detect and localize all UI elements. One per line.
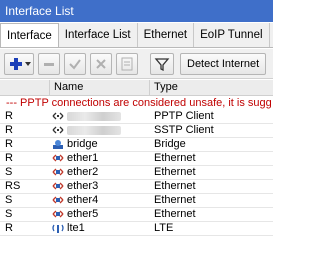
type-column-header[interactable]: Type bbox=[150, 80, 273, 95]
row-type: SSTP Client bbox=[154, 124, 214, 136]
row-type: Ethernet bbox=[154, 180, 196, 192]
row-name: bridge bbox=[67, 138, 98, 150]
minus-icon bbox=[44, 63, 54, 66]
flag-column-header[interactable] bbox=[0, 80, 50, 95]
row-name: ether1 bbox=[67, 152, 99, 164]
note-icon bbox=[121, 57, 133, 71]
toolbar: Detect Internet bbox=[0, 49, 273, 79]
disable-button[interactable] bbox=[90, 53, 112, 75]
table-row[interactable]: S ether5 Ethernet bbox=[0, 208, 273, 222]
ethernet-icon bbox=[52, 154, 64, 162]
check-icon bbox=[69, 59, 81, 70]
table-row[interactable]: R PPTP Client bbox=[0, 110, 273, 124]
bridge-icon bbox=[53, 140, 63, 149]
row-flag: S bbox=[5, 166, 13, 178]
row-type: PPTP Client bbox=[154, 110, 214, 122]
add-button[interactable] bbox=[4, 53, 34, 75]
comment-button[interactable] bbox=[116, 53, 138, 75]
sstp-icon bbox=[52, 126, 64, 134]
window-title: Interface List bbox=[5, 4, 74, 18]
row-name: ether5 bbox=[67, 208, 99, 220]
row-name: lte1 bbox=[67, 222, 85, 234]
row-type: Ethernet bbox=[154, 166, 196, 178]
tab-interface[interactable]: Interface bbox=[0, 23, 59, 47]
table-row[interactable]: S ether4 Ethernet bbox=[0, 194, 273, 208]
table-header: Name Type bbox=[0, 80, 273, 96]
ethernet-icon bbox=[52, 196, 64, 204]
row-name: ether4 bbox=[67, 194, 99, 206]
window-titlebar: Interface List bbox=[0, 0, 273, 22]
tab-more[interactable]: I bbox=[270, 23, 273, 47]
row-flag: R bbox=[5, 138, 13, 150]
lte-icon bbox=[52, 224, 64, 233]
redacted-block bbox=[67, 111, 121, 121]
row-flag: R bbox=[5, 110, 13, 122]
row-flag: S bbox=[5, 208, 13, 220]
tab-eoip-tunnel[interactable]: EoIP Tunnel bbox=[194, 23, 270, 47]
row-type: Bridge bbox=[154, 138, 186, 150]
redacted-block bbox=[67, 125, 121, 135]
remove-button[interactable] bbox=[38, 53, 60, 75]
pptp-icon bbox=[52, 112, 64, 120]
plus-icon bbox=[10, 58, 31, 70]
table-row[interactable]: R SSTP Client bbox=[0, 124, 273, 138]
row-type: Ethernet bbox=[154, 208, 196, 220]
enable-button[interactable] bbox=[64, 53, 86, 75]
row-flag: RS bbox=[5, 180, 21, 192]
table-row[interactable]: S ether2 Ethernet bbox=[0, 166, 273, 180]
tab-bar: Interface Interface List Ethernet EoIP Tunn… bbox=[0, 23, 273, 48]
ethernet-icon bbox=[52, 210, 64, 218]
pptp-warning-comment: --- PPTP connections are considered unsa… bbox=[6, 97, 272, 109]
tab-interface-list[interactable]: Interface List bbox=[59, 23, 138, 47]
table-row[interactable]: R lte1 LTE bbox=[0, 222, 273, 236]
row-flag: S bbox=[5, 194, 13, 206]
row-type: Ethernet bbox=[154, 194, 196, 206]
row-flag: R bbox=[5, 124, 13, 136]
row-flag: R bbox=[5, 222, 13, 234]
row-type: Ethernet bbox=[154, 152, 196, 164]
table-row[interactable]: R ether1 Ethernet bbox=[0, 152, 273, 166]
cross-icon bbox=[96, 59, 106, 69]
row-name: ether2 bbox=[67, 166, 99, 178]
filter-button[interactable] bbox=[150, 53, 174, 75]
detect-internet-button[interactable]: Detect Internet bbox=[180, 53, 267, 75]
row-flag: R bbox=[5, 152, 13, 164]
table-row[interactable]: RS ether3 Ethernet bbox=[0, 180, 273, 194]
filter-icon bbox=[154, 58, 170, 71]
name-column-header[interactable]: Name bbox=[50, 80, 150, 95]
row-name-redacted bbox=[67, 124, 121, 137]
row-name: ether3 bbox=[67, 180, 99, 192]
tab-ethernet[interactable]: Ethernet bbox=[138, 23, 195, 47]
row-name-redacted bbox=[67, 110, 121, 123]
ethernet-icon bbox=[52, 168, 64, 176]
ethernet-icon bbox=[52, 182, 64, 190]
table-row[interactable]: R bridge Bridge bbox=[0, 138, 273, 152]
row-type: LTE bbox=[154, 222, 174, 234]
